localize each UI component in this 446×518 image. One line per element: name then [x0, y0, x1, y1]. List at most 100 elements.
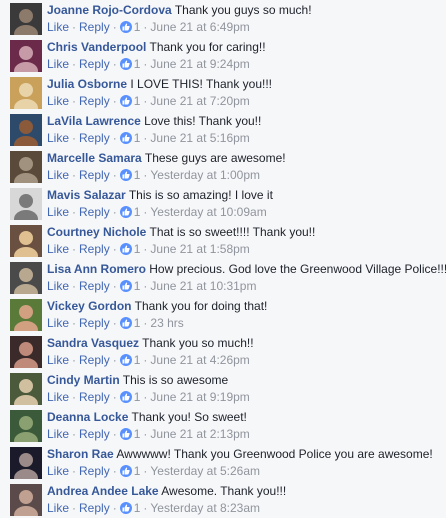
reply-link[interactable]: Reply: [79, 57, 110, 71]
timestamp[interactable]: June 21 at 9:19pm: [150, 390, 249, 404]
avatar[interactable]: [10, 188, 42, 220]
thumbs-up-icon[interactable]: [119, 21, 132, 33]
avatar-photo: [10, 188, 42, 220]
thumbs-up-icon[interactable]: [119, 280, 132, 292]
separator: ·: [112, 464, 117, 478]
avatar[interactable]: [10, 373, 42, 405]
thumbs-up-icon[interactable]: [119, 243, 132, 255]
comment-text: This is so awesome: [122, 373, 229, 387]
timestamp[interactable]: 23 hrs: [150, 316, 183, 330]
avatar[interactable]: [10, 225, 42, 257]
author-name[interactable]: Sandra Vasquez: [47, 336, 139, 350]
like-link[interactable]: Like: [47, 316, 69, 330]
reply-link[interactable]: Reply: [79, 168, 110, 182]
avatar[interactable]: [10, 3, 42, 35]
avatar[interactable]: [10, 77, 42, 109]
separator: ·: [143, 131, 148, 145]
like-link[interactable]: Like: [47, 464, 69, 478]
reply-link[interactable]: Reply: [79, 427, 110, 441]
reply-link[interactable]: Reply: [79, 20, 110, 34]
reply-link[interactable]: Reply: [79, 94, 110, 108]
like-link[interactable]: Like: [47, 205, 69, 219]
timestamp[interactable]: June 21 at 2:13pm: [150, 427, 249, 441]
author-name[interactable]: Lisa Ann Romero: [47, 262, 146, 276]
timestamp[interactable]: June 21 at 5:16pm: [150, 131, 249, 145]
like-link[interactable]: Like: [47, 501, 69, 515]
author-name[interactable]: Chris Vanderpool: [47, 40, 146, 54]
avatar[interactable]: [10, 151, 42, 183]
author-name[interactable]: Julia Osborne: [47, 77, 127, 91]
timestamp[interactable]: June 21 at 7:20pm: [150, 94, 249, 108]
author-name[interactable]: Andrea Andee Lake: [47, 484, 159, 498]
timestamp[interactable]: June 21 at 6:49pm: [150, 20, 249, 34]
thumbs-up-icon[interactable]: [119, 354, 132, 366]
avatar[interactable]: [10, 114, 42, 146]
reply-link[interactable]: Reply: [79, 464, 110, 478]
separator: ·: [143, 353, 148, 367]
avatar[interactable]: [10, 484, 42, 516]
avatar[interactable]: [10, 410, 42, 442]
author-name[interactable]: Sharon Rae: [47, 447, 114, 461]
thumbs-up-icon[interactable]: [119, 132, 132, 144]
separator: ·: [112, 20, 117, 34]
avatar-photo: [10, 336, 42, 368]
reply-link[interactable]: Reply: [79, 131, 110, 145]
author-name[interactable]: Cindy Martin: [47, 373, 120, 387]
like-link[interactable]: Like: [47, 427, 69, 441]
separator: ·: [143, 390, 148, 404]
like-link[interactable]: Like: [47, 57, 69, 71]
timestamp[interactable]: Yesterday at 10:09am: [150, 205, 266, 219]
author-name[interactable]: Mavis Salazar: [47, 188, 126, 202]
avatar[interactable]: [10, 447, 42, 479]
author-name[interactable]: Deanna Locke: [47, 410, 128, 424]
author-name[interactable]: Vickey Gordon: [47, 299, 131, 313]
author-name[interactable]: Courtney Nichole: [47, 225, 146, 239]
reply-link[interactable]: Reply: [79, 279, 110, 293]
separator: ·: [143, 427, 148, 441]
timestamp[interactable]: June 21 at 9:24pm: [150, 57, 249, 71]
like-link[interactable]: Like: [47, 20, 69, 34]
comment-text: I LOVE THIS! Thank you!!!: [130, 77, 272, 91]
comment-text: Awwwww! Thank you Greenwood Police you a…: [116, 447, 433, 461]
comment-text: Thank you for doing that!: [134, 299, 268, 313]
reply-link[interactable]: Reply: [79, 316, 110, 330]
thumbs-up-icon[interactable]: [119, 391, 132, 403]
timestamp[interactable]: June 21 at 10:31pm: [150, 279, 256, 293]
author-name[interactable]: LaVila Lawrence: [47, 114, 141, 128]
avatar-photo: [10, 77, 42, 109]
author-name[interactable]: Joanne Rojo-Cordova: [47, 3, 172, 17]
avatar[interactable]: [10, 299, 42, 331]
timestamp[interactable]: Yesterday at 1:00pm: [150, 168, 260, 182]
timestamp[interactable]: Yesterday at 8:23am: [150, 501, 260, 515]
comment: Mavis Salazar This is so amazing! I love…: [0, 185, 446, 222]
timestamp[interactable]: Yesterday at 5:26am: [150, 464, 260, 478]
thumbs-up-icon[interactable]: [119, 169, 132, 181]
reply-link[interactable]: Reply: [79, 501, 110, 515]
thumbs-up-icon[interactable]: [119, 95, 132, 107]
like-link[interactable]: Like: [47, 353, 69, 367]
avatar[interactable]: [10, 262, 42, 294]
thumbs-up-icon[interactable]: [119, 317, 132, 329]
thumbs-up-icon[interactable]: [119, 428, 132, 440]
reply-link[interactable]: Reply: [79, 353, 110, 367]
thumbs-up-icon[interactable]: [119, 465, 132, 477]
like-link[interactable]: Like: [47, 242, 69, 256]
reply-link[interactable]: Reply: [79, 205, 110, 219]
thumbs-up-icon[interactable]: [119, 206, 132, 218]
like-link[interactable]: Like: [47, 94, 69, 108]
thumbs-up-icon[interactable]: [119, 58, 132, 70]
separator: ·: [72, 390, 77, 404]
timestamp[interactable]: June 21 at 4:26pm: [150, 353, 249, 367]
timestamp[interactable]: June 21 at 1:58pm: [150, 242, 249, 256]
thumbs-up-icon[interactable]: [119, 502, 132, 514]
author-name[interactable]: Marcelle Samara: [47, 151, 142, 165]
avatar[interactable]: [10, 40, 42, 72]
like-link[interactable]: Like: [47, 390, 69, 404]
like-link[interactable]: Like: [47, 279, 69, 293]
separator: ·: [112, 427, 117, 441]
reply-link[interactable]: Reply: [79, 242, 110, 256]
reply-link[interactable]: Reply: [79, 390, 110, 404]
avatar[interactable]: [10, 336, 42, 368]
like-link[interactable]: Like: [47, 168, 69, 182]
like-link[interactable]: Like: [47, 131, 69, 145]
